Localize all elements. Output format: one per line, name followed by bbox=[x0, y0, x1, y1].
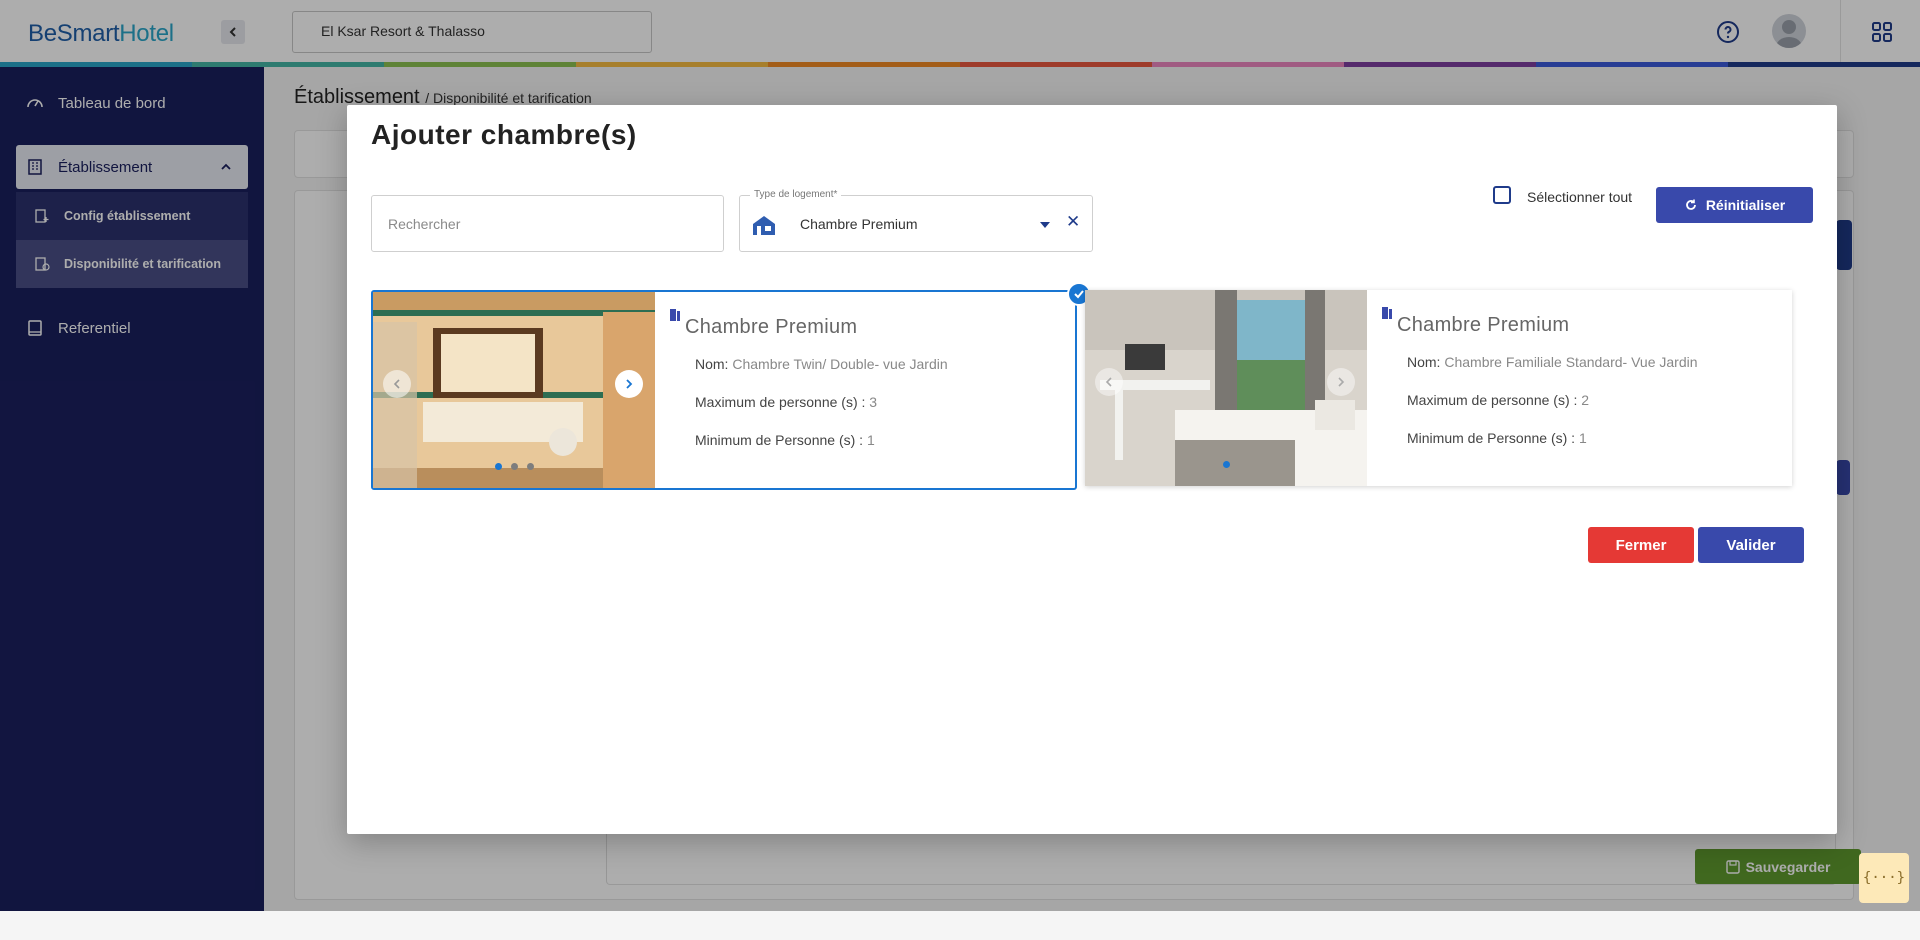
select-all-checkbox[interactable] bbox=[1493, 186, 1511, 204]
carousel-dots bbox=[373, 463, 655, 470]
carousel-dots bbox=[1085, 461, 1367, 468]
room-name-value: Chambre Twin/ Double- vue Jardin bbox=[732, 356, 948, 372]
dialog-title: Ajouter chambre(s) bbox=[371, 119, 637, 150]
room-min-label: Minimum de Personne (s) : bbox=[695, 432, 864, 448]
carousel-dot[interactable] bbox=[494, 463, 502, 470]
accommodation-type-select[interactable]: Type de logement* Chambre Premium ✕ bbox=[739, 189, 1093, 252]
room-name-line: Nom: Chambre Twin/ Double- vue Jardin bbox=[695, 356, 948, 372]
carousel-next-button[interactable] bbox=[615, 370, 643, 398]
room-name-value: Chambre Familiale Standard- Vue Jardin bbox=[1444, 354, 1698, 370]
chevron-left-icon bbox=[393, 379, 400, 389]
select-all-label: Sélectionner tout bbox=[1527, 189, 1633, 205]
close-button[interactable]: Fermer bbox=[1588, 527, 1694, 563]
room-max-label: Maximum de personne (s) : bbox=[695, 394, 866, 410]
carousel-dot[interactable] bbox=[1222, 461, 1230, 468]
room-door-icon bbox=[670, 309, 680, 321]
chevron-right-icon bbox=[1338, 377, 1345, 387]
reset-button-label: Réinitialiser bbox=[1705, 197, 1786, 213]
room-photo-bedroom bbox=[1085, 290, 1367, 486]
room-image-carousel[interactable] bbox=[373, 292, 655, 488]
carousel-prev-button[interactable] bbox=[383, 370, 411, 398]
room-max-value: 2 bbox=[1581, 392, 1590, 408]
room-min-line: Minimum de Personne (s) : 1 bbox=[1407, 430, 1587, 446]
search-field[interactable] bbox=[371, 195, 724, 252]
accommodation-type-value: Chambre Premium bbox=[800, 216, 918, 232]
validate-button[interactable]: Valider bbox=[1698, 527, 1804, 563]
house-icon bbox=[753, 216, 775, 235]
room-min-value: 1 bbox=[1578, 430, 1587, 446]
refresh-icon bbox=[1684, 198, 1698, 212]
room-name-label: Nom: bbox=[695, 356, 729, 372]
room-door-icon bbox=[1382, 307, 1392, 319]
select-all[interactable]: Sélectionner tout bbox=[1493, 185, 1632, 205]
room-min-value: 1 bbox=[866, 432, 875, 448]
dropdown-caret-icon[interactable] bbox=[1040, 222, 1050, 228]
room-max-label: Maximum de personne (s) : bbox=[1407, 392, 1578, 408]
room-type-title: Chambre Premium bbox=[1397, 314, 1570, 336]
room-max-line: Maximum de personne (s) : 2 bbox=[1407, 392, 1589, 408]
room-name-line: Nom: Chambre Familiale Standard- Vue Jar… bbox=[1407, 354, 1698, 370]
add-rooms-dialog: Ajouter chambre(s) Type de logement* Cha… bbox=[347, 105, 1837, 834]
room-max-value: 3 bbox=[869, 394, 878, 410]
carousel-prev-button[interactable] bbox=[1095, 368, 1123, 396]
room-image-carousel[interactable] bbox=[1085, 290, 1367, 486]
carousel-dot[interactable] bbox=[510, 463, 518, 470]
room-max-line: Maximum de personne (s) : 3 bbox=[695, 394, 877, 410]
room-photo-bathroom bbox=[373, 292, 655, 488]
accommodation-type-label: Type de logement* bbox=[750, 189, 842, 200]
clear-icon[interactable]: ✕ bbox=[1066, 212, 1080, 232]
carousel-dot[interactable] bbox=[526, 463, 534, 470]
room-min-label: Minimum de Personne (s) : bbox=[1407, 430, 1576, 446]
chevron-left-icon bbox=[1105, 377, 1112, 387]
json-viewer-button[interactable]: {···} bbox=[1859, 853, 1909, 903]
search-input[interactable] bbox=[372, 196, 723, 251]
chevron-right-icon bbox=[626, 379, 633, 389]
reset-button[interactable]: Réinitialiser bbox=[1656, 187, 1813, 223]
room-type-title: Chambre Premium bbox=[685, 316, 858, 338]
room-card[interactable]: Chambre Premium Nom: Chambre Familiale S… bbox=[1085, 290, 1792, 486]
room-min-line: Minimum de Personne (s) : 1 bbox=[695, 432, 875, 448]
carousel-next-button[interactable] bbox=[1327, 368, 1355, 396]
room-name-label: Nom: bbox=[1407, 354, 1441, 370]
page-footer bbox=[0, 911, 1920, 940]
room-card[interactable]: Chambre Premium Nom: Chambre Twin/ Doubl… bbox=[371, 282, 1091, 490]
